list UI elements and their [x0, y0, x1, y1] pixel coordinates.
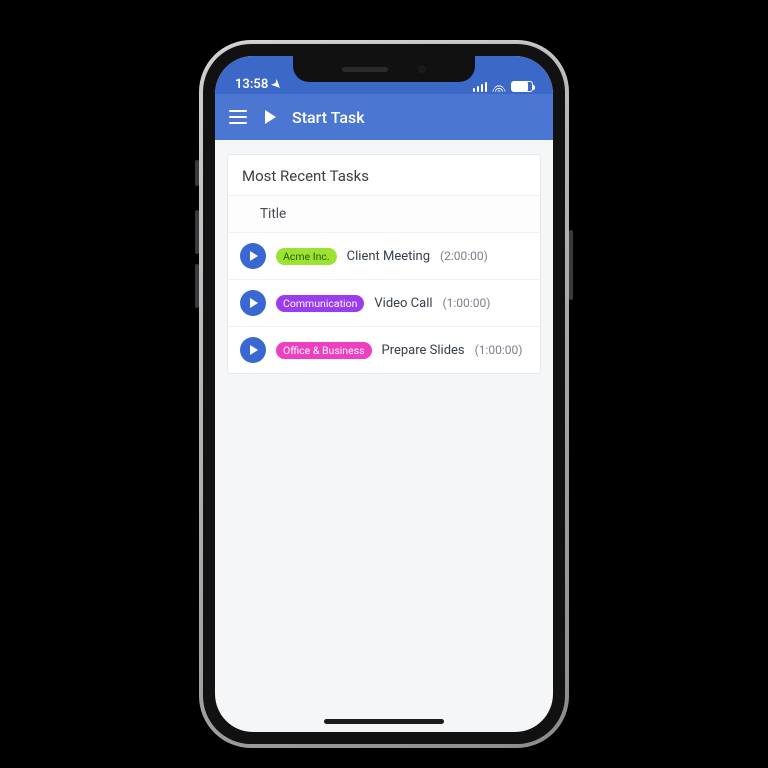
phone-bezel: 13:58 ➤ Start Task Most Recent Tasks Tit…: [203, 44, 565, 744]
battery-icon: [511, 81, 533, 92]
task-tag: Communication: [276, 295, 364, 312]
location-arrow-icon: ➤: [269, 77, 285, 93]
play-icon[interactable]: [265, 110, 276, 124]
task-duration: (1:00:00): [443, 296, 491, 310]
task-duration: (1:00:00): [475, 343, 523, 357]
screen: 13:58 ➤ Start Task Most Recent Tasks Tit…: [215, 56, 553, 732]
mute-switch: [195, 160, 199, 186]
speaker-icon: [342, 67, 388, 72]
task-title: Video Call: [374, 296, 432, 311]
status-time: 13:58: [235, 77, 268, 92]
play-task-button[interactable]: [240, 243, 266, 269]
recent-tasks-card: Most Recent Tasks Title Acme Inc. Client …: [227, 154, 541, 374]
wifi-icon: [492, 82, 506, 92]
phone-frame: 13:58 ➤ Start Task Most Recent Tasks Tit…: [199, 40, 569, 748]
volume-up-button: [195, 210, 199, 254]
task-row[interactable]: Communication Video Call (1:00:00): [228, 280, 540, 327]
card-heading: Most Recent Tasks: [228, 155, 540, 196]
play-task-button[interactable]: [240, 337, 266, 363]
task-row[interactable]: Acme Inc. Client Meeting (2:00:00): [228, 233, 540, 280]
menu-icon[interactable]: [229, 110, 247, 124]
phone-notch: [293, 56, 475, 82]
app-title: Start Task: [292, 108, 365, 127]
task-row[interactable]: Office & Business Prepare Slides (1:00:00): [228, 327, 540, 373]
app-bar: Start Task: [215, 94, 553, 140]
power-button: [569, 230, 573, 300]
task-duration: (2:00:00): [440, 249, 488, 263]
task-title: Client Meeting: [347, 249, 430, 264]
camera-icon: [418, 65, 426, 73]
signal-icon: [473, 82, 488, 92]
home-indicator[interactable]: [324, 719, 444, 724]
task-tag: Acme Inc.: [276, 248, 337, 265]
task-tag: Office & Business: [276, 342, 372, 359]
task-title: Prepare Slides: [382, 343, 465, 358]
column-header-title: Title: [228, 196, 540, 233]
content-area: Most Recent Tasks Title Acme Inc. Client …: [215, 140, 553, 388]
volume-down-button: [195, 264, 199, 308]
play-task-button[interactable]: [240, 290, 266, 316]
